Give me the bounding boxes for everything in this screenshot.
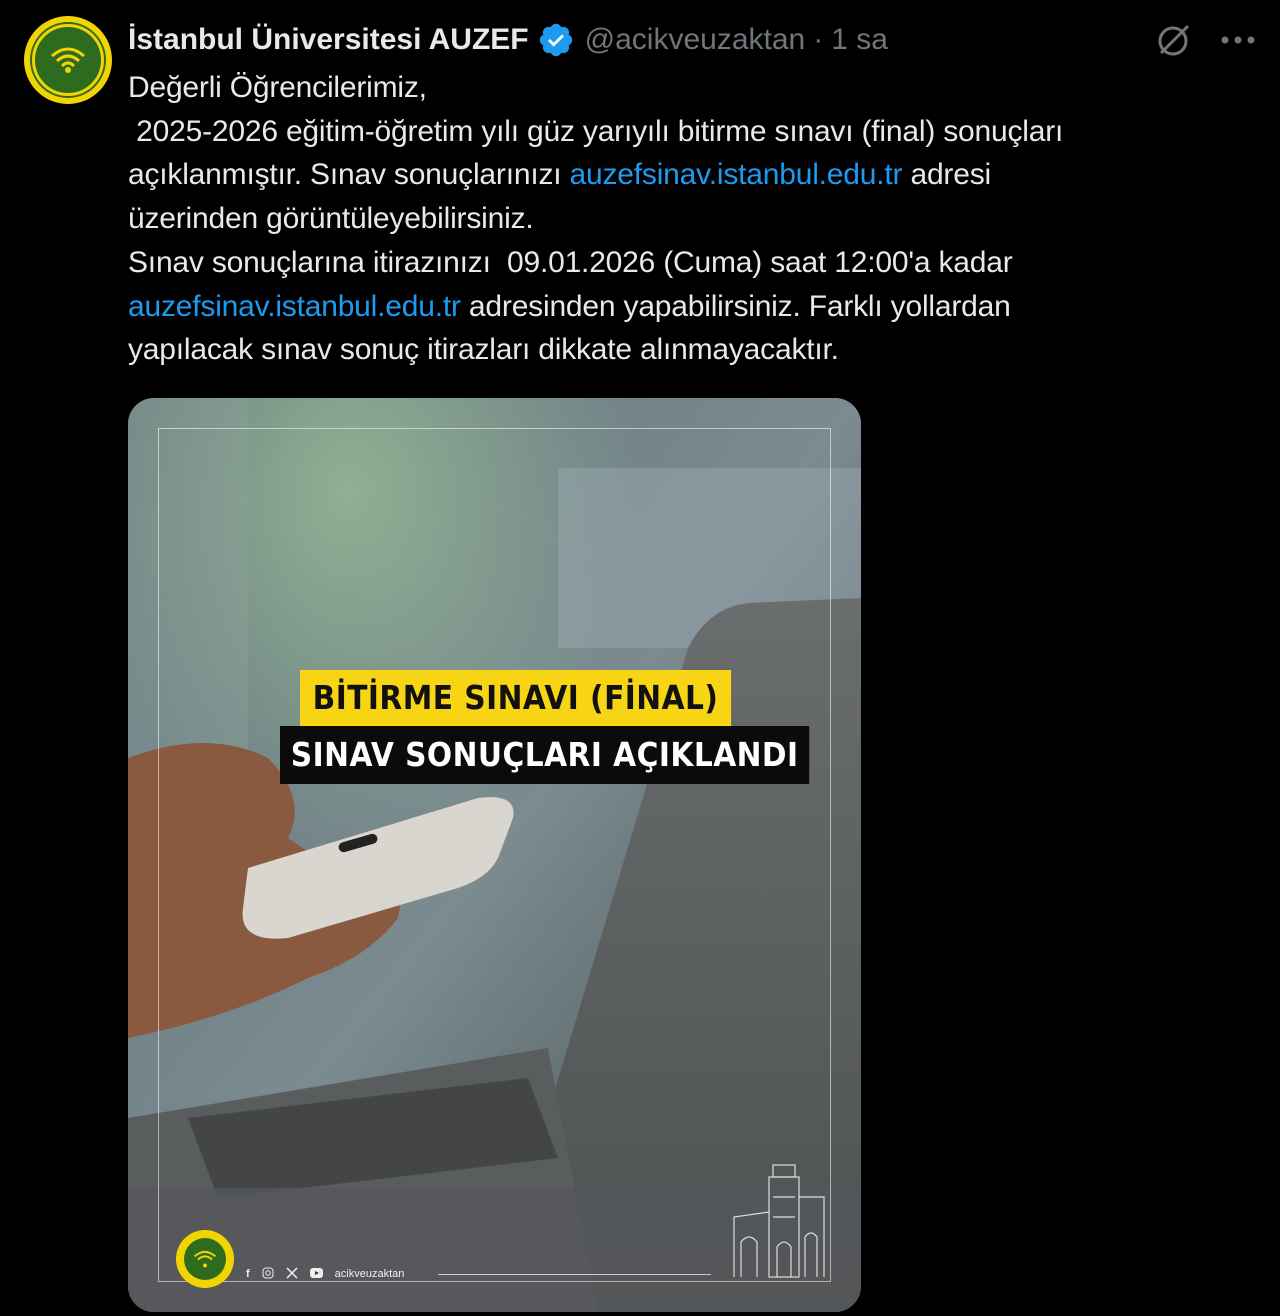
university-building-icon	[733, 1164, 825, 1278]
media-social-handle: acikveuzaktan	[334, 1268, 405, 1280]
tweet-header: İstanbul Üniversitesi AUZEF @acikveuzakt…	[128, 18, 1260, 62]
tweet-media-image[interactable]: BİTİRME SINAVI (FİNAL) SINAV SONUÇLARI A…	[128, 398, 861, 1312]
tweet-line: adresi	[902, 158, 991, 192]
tweet-line: açıklanmıştır. Sınav sonuçlarınızı	[128, 158, 570, 192]
instagram-icon	[262, 1267, 274, 1282]
footer-divider	[438, 1274, 711, 1275]
tweet-line: 2025-2026 eğitim-öğretim yılı güz yarıyı…	[128, 114, 1064, 148]
facebook-icon: f	[246, 1268, 250, 1280]
tweet-line: Sınav sonuçlarına itirazınızı 09.01.2026…	[128, 245, 1013, 279]
tweet-line: üzerinden görüntüleyebilirsiniz.	[128, 202, 534, 236]
tweet-text: Değerli Öğrencilerimiz, 2025-2026 eğitim…	[128, 66, 1248, 372]
verified-badge-icon	[537, 21, 575, 59]
author-handle[interactable]: @acikveuzaktan	[585, 23, 806, 57]
profile-avatar[interactable]	[24, 16, 112, 104]
dot-separator: ·	[813, 23, 824, 56]
author-display-name[interactable]: İstanbul Üniversitesi AUZEF	[128, 23, 529, 57]
exam-site-link[interactable]: auzefsinav.istanbul.edu.tr	[128, 290, 461, 323]
header-actions	[1152, 18, 1260, 62]
tweet-line: yapılacak sınav sonuç itirazları dikkate…	[128, 333, 839, 367]
banner-subtitle: SINAV SONUÇLARI AÇIKLANDI	[280, 726, 810, 784]
more-options-icon[interactable]	[1216, 18, 1260, 62]
tweet-line: Değerli Öğrencilerimiz,	[128, 71, 427, 104]
x-icon	[286, 1266, 298, 1282]
grok-icon[interactable]	[1152, 18, 1196, 62]
exam-site-link[interactable]: auzefsinav.istanbul.edu.tr	[570, 158, 903, 191]
tweet-line: adresinden yapabilirsiniz. Farklı yollar…	[460, 289, 1011, 323]
university-logo-icon	[32, 24, 104, 96]
youtube-icon	[309, 1267, 323, 1281]
media-logo-icon	[176, 1230, 234, 1288]
post-time[interactable]: 1 sa	[831, 23, 888, 57]
social-links-row: f acikveuzaktan	[246, 1266, 404, 1282]
banner-title: BİTİRME SINAVI (FİNAL)	[300, 670, 732, 726]
